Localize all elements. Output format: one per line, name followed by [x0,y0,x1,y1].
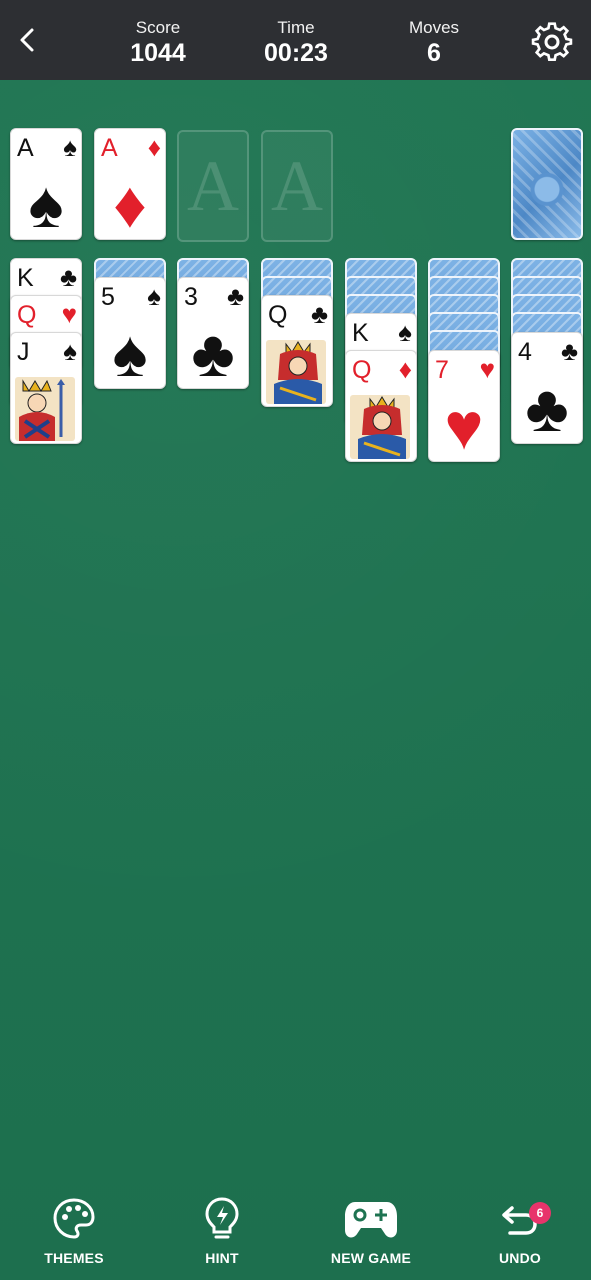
tableau-card[interactable]: 5 ♠ ♠ [94,277,166,389]
undo-count-badge: 6 [529,1202,551,1224]
palette-icon [53,1198,95,1239]
new-game-button[interactable]: NEW GAME [316,1194,426,1266]
themes-button[interactable]: THEMES [19,1194,129,1266]
card-rank: 3 [184,283,198,311]
foundation-spades[interactable]: A ♠ ♠ [10,128,82,240]
gamepad-icon [345,1202,397,1238]
tableau-card[interactable]: Q ♣ [261,295,333,407]
chevron-left-icon [20,28,34,52]
lightbulb-icon [205,1197,239,1239]
card-rank: A [101,134,118,162]
diamond-icon: ♦ [113,167,147,240]
score-stat: Score 1044 [98,18,218,68]
foundation-diamonds[interactable]: A ♦ ♦ [94,128,166,240]
card-rank: J [17,338,30,366]
card-rank: Q [268,301,288,329]
heart-icon: ♥ [61,299,77,329]
stock-pile[interactable] [511,128,583,240]
club-icon: ♣ [191,316,235,389]
tableau-card[interactable]: Q ♦ [345,350,417,462]
hint-button[interactable]: HINT [167,1194,277,1266]
card-rank: K [352,319,369,347]
club-icon: ♣ [310,299,328,329]
spade-icon: ♠ [63,336,77,366]
gear-icon [531,22,573,62]
spade-icon: ♠ [28,167,64,240]
spade-icon: ♠ [398,317,412,347]
tableau-card[interactable]: 4 ♣ ♣ [511,332,583,444]
undo-label: UNDO [498,1250,542,1266]
jack-face-icon [15,377,75,441]
card-rank: 7 [435,356,449,384]
diamond-icon: ♦ [147,132,161,162]
top-bar: Score 1044 Time 00:23 Moves 6 [0,0,591,80]
time-value: 00:23 [264,39,328,67]
card-rank: K [17,264,34,292]
new-game-label: NEW GAME [330,1250,412,1266]
spade-icon: ♠ [147,281,161,311]
time-label: Time [277,18,315,37]
spade-icon: ♠ [63,132,77,162]
club-icon: ♣ [226,281,244,311]
bottom-toolbar: THEMES HINT NEW GAME 6 UNDO [0,1180,591,1280]
back-button[interactable] [12,22,44,58]
card-rank: 4 [518,338,532,366]
settings-button[interactable] [530,20,574,64]
tableau-card[interactable]: J ♠ [10,332,82,444]
score-value: 1044 [130,39,186,67]
moves-label: Moves [408,18,460,37]
moves-value: 6 [427,39,441,67]
club-icon: ♣ [525,371,569,444]
tableau-card[interactable]: 3 ♣ ♣ [177,277,249,389]
queen-face-icon [266,340,326,404]
score-label: Score [135,18,181,37]
diamond-icon: ♦ [398,354,412,384]
card-rank: A [17,134,34,162]
heart-icon: ♥ [479,354,495,384]
moves-stat: Moves 6 [374,18,494,68]
heart-icon: ♥ [444,389,484,462]
club-icon: ♣ [59,262,77,292]
queen-face-icon [350,395,410,459]
card-rank: Q [17,301,37,329]
foundation-empty-slot[interactable]: A [177,130,249,242]
undo-button[interactable]: 6 UNDO [465,1194,575,1266]
time-stat: Time 00:23 [236,18,356,68]
club-icon: ♣ [560,336,578,366]
tableau-card[interactable]: 7 ♥ ♥ [428,350,500,462]
themes-label: THEMES [44,1250,104,1266]
hint-label: HINT [205,1250,239,1266]
spade-icon: ♠ [112,316,148,389]
card-rank: 5 [101,283,115,311]
card-rank: Q [352,356,372,384]
foundation-empty-slot[interactable]: A [261,130,333,242]
